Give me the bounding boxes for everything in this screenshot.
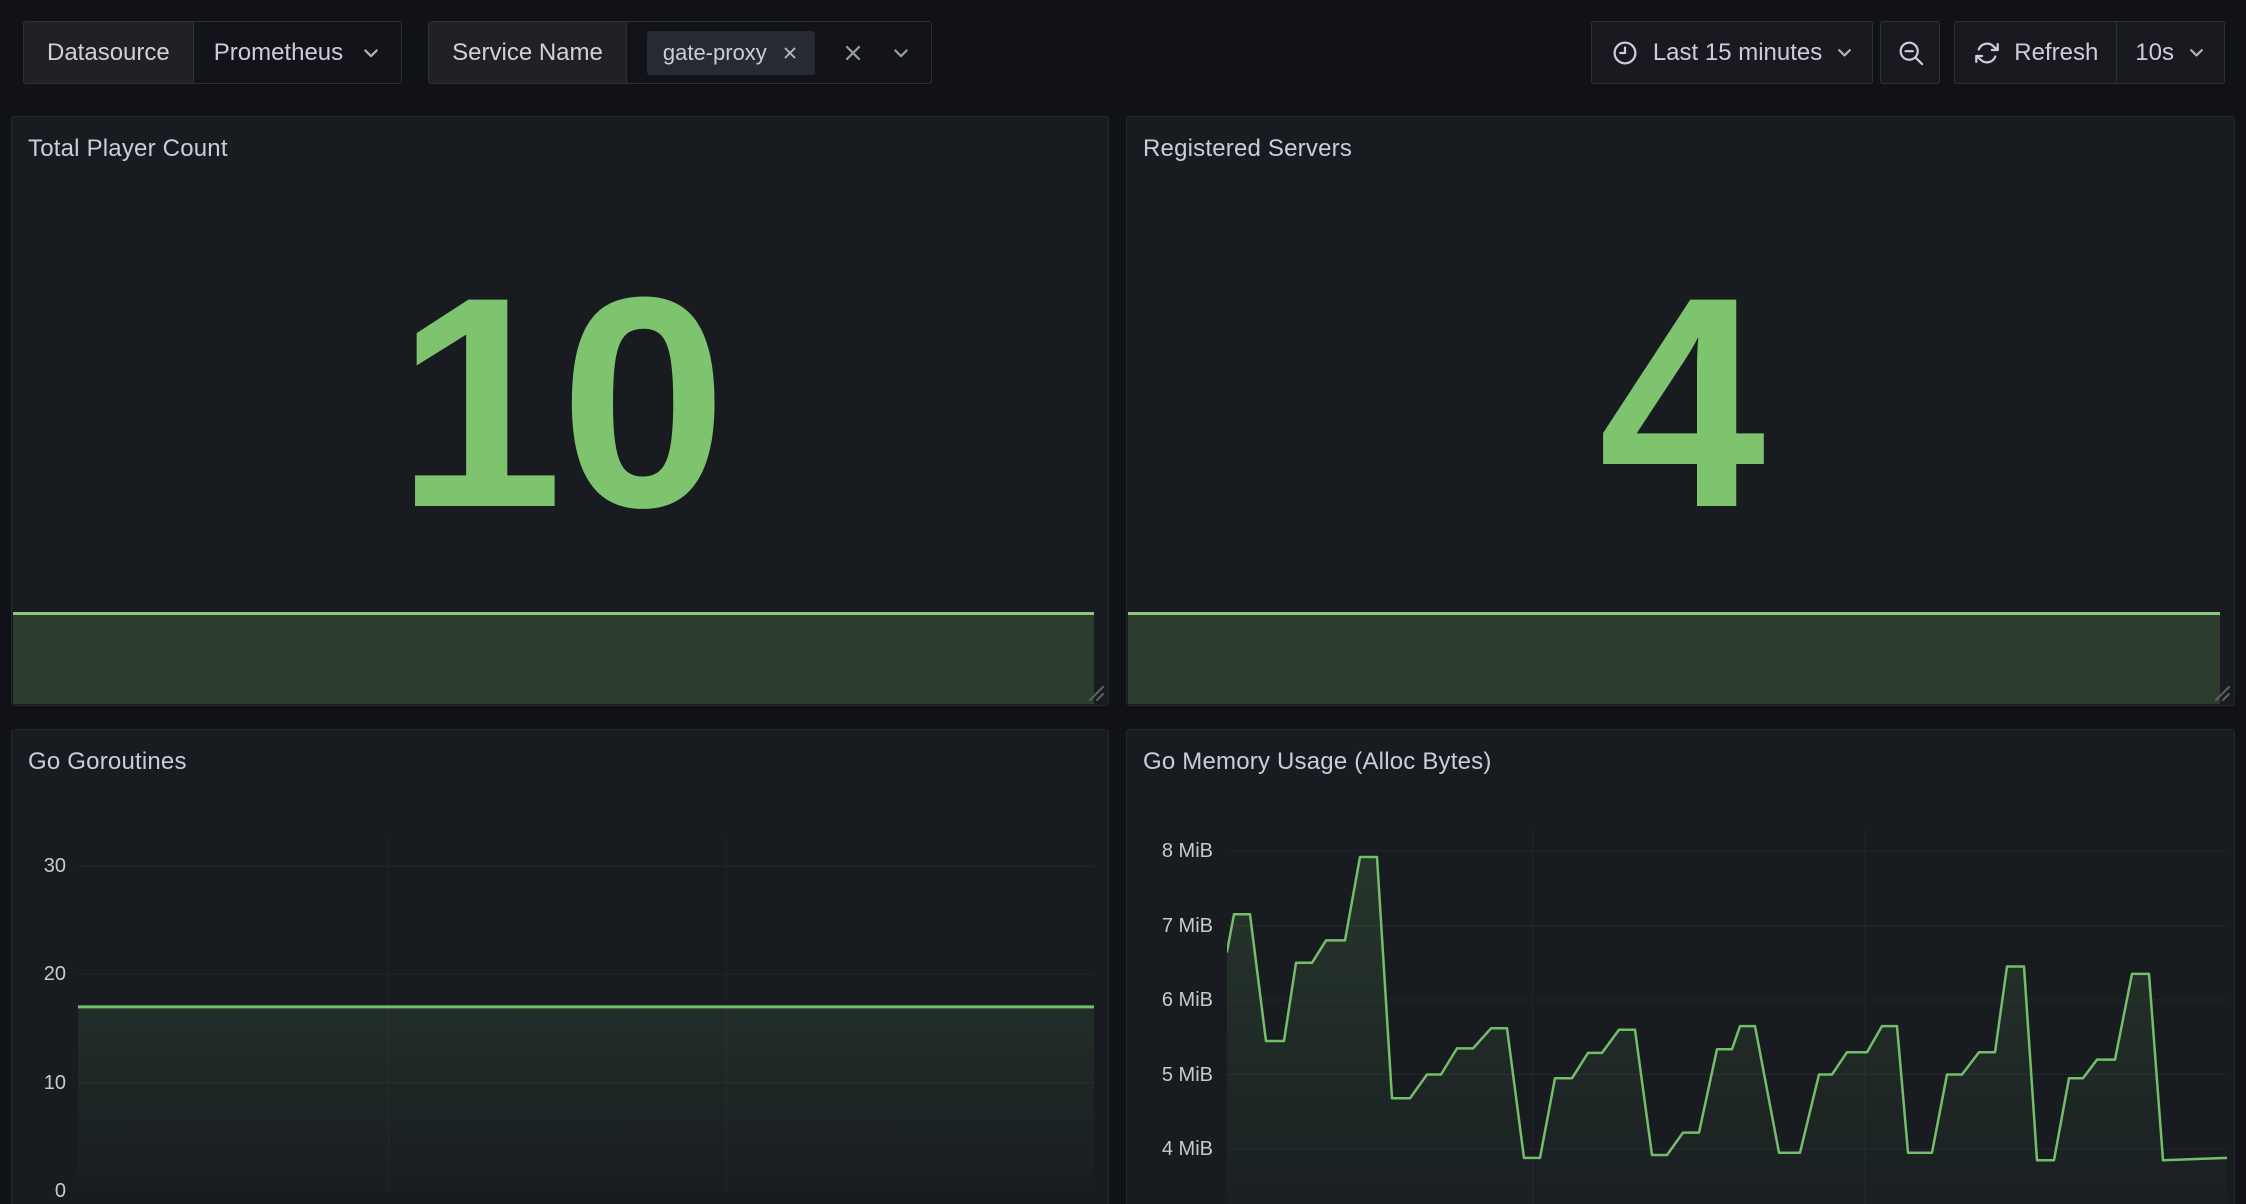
chevron-down-icon[interactable]	[891, 43, 911, 63]
y-axis-labels: 8 MiB 7 MiB 6 MiB 5 MiB 4 MiB	[1127, 830, 1213, 1204]
datasource-variable: Datasource Prometheus	[23, 21, 402, 84]
time-range-button[interactable]: Last 15 minutes	[1592, 22, 1872, 83]
y-axis-labels: 3020100	[12, 837, 66, 1191]
panel-total-player-count: Total Player Count 10	[11, 116, 1109, 706]
datasource-value: Prometheus	[214, 39, 343, 67]
refresh-interval-value: 10s	[2135, 39, 2174, 67]
zoom-out-icon	[1895, 37, 1926, 68]
dashboard-toolbar: Datasource Prometheus Service Name gate-…	[23, 21, 2225, 84]
datasource-picker[interactable]: Prometheus	[193, 22, 401, 83]
remove-chip-icon[interactable]	[781, 44, 799, 62]
goroutines-chart[interactable]	[78, 837, 1094, 1191]
selected-service-value: gate-proxy	[663, 40, 767, 66]
y-tick-label: 7 MiB	[1127, 914, 1213, 938]
y-tick-label: 0	[12, 1179, 66, 1203]
datasource-label: Datasource	[24, 22, 193, 83]
refresh-group: Refresh 10s	[1954, 21, 2225, 84]
y-tick-label: 5 MiB	[1127, 1063, 1213, 1087]
toolbar-right-cluster: Last 15 minutes Refresh 10s	[1591, 21, 2225, 84]
stat-sparkline	[1128, 612, 2220, 704]
resize-handle-icon[interactable]	[2209, 680, 2231, 702]
y-tick-label: 6 MiB	[1127, 988, 1213, 1012]
refresh-interval-button[interactable]: 10s	[2116, 22, 2224, 83]
time-range-group: Last 15 minutes	[1591, 21, 1873, 84]
panel-go-memory-usage: Go Memory Usage (Alloc Bytes) 8 MiB 7 MiB…	[1126, 729, 2235, 1204]
stat-value: 4	[1127, 117, 2234, 613]
chevron-down-icon	[361, 43, 381, 63]
stat-sparkline	[13, 612, 1094, 704]
y-tick-label: 8 MiB	[1127, 839, 1213, 863]
panel-go-goroutines: Go Goroutines 30 20 10 0	[11, 729, 1109, 1204]
service-name-variable: Service Name gate-proxy	[428, 21, 932, 84]
chevron-down-icon	[1835, 43, 1854, 62]
clear-selection-icon[interactable]	[841, 41, 865, 65]
service-name-picker[interactable]: gate-proxy	[626, 22, 931, 83]
refresh-icon	[1973, 39, 2001, 67]
y-tick-label: 20	[12, 962, 66, 986]
zoom-out-button[interactable]	[1880, 21, 1940, 84]
time-range-label: Last 15 minutes	[1653, 39, 1822, 67]
panel-title[interactable]: Go Goroutines	[28, 748, 187, 776]
memory-chart[interactable]	[1227, 830, 2227, 1204]
clock-icon	[1610, 38, 1640, 68]
y-tick-label: 4 MiB	[1127, 1137, 1213, 1161]
panel-registered-servers: Registered Servers 4	[1126, 116, 2235, 706]
chevron-down-icon	[2187, 43, 2206, 62]
refresh-label: Refresh	[2014, 39, 2098, 67]
refresh-button[interactable]: Refresh	[1955, 22, 2116, 83]
resize-handle-icon[interactable]	[1083, 680, 1105, 702]
y-tick-label: 10	[12, 1071, 66, 1095]
sparkline-fill	[13, 615, 1094, 704]
service-name-label: Service Name	[429, 22, 626, 83]
selected-service-chip[interactable]: gate-proxy	[647, 31, 815, 75]
stat-value: 10	[12, 117, 1108, 613]
panel-title[interactable]: Go Memory Usage (Alloc Bytes)	[1143, 748, 1492, 776]
sparkline-fill	[1128, 615, 2220, 704]
y-tick-label: 30	[12, 854, 66, 878]
